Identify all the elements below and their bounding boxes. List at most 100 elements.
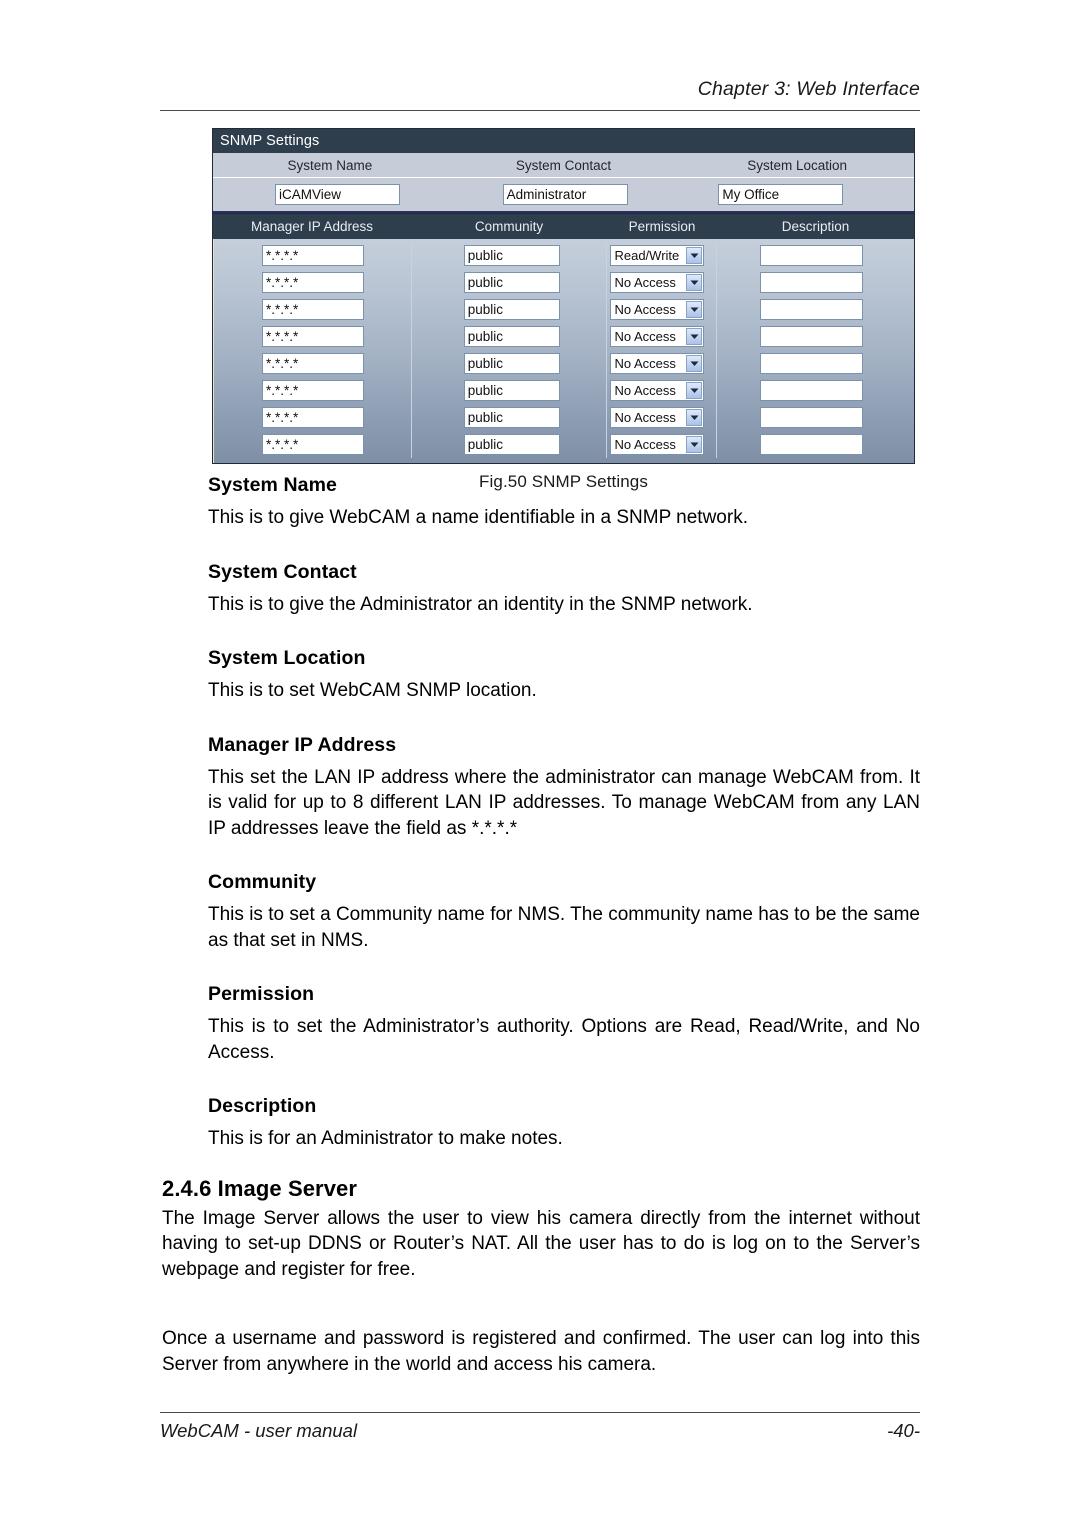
permission-select[interactable]: No Access [610, 353, 705, 374]
cell-community: public [412, 323, 608, 350]
community-input[interactable]: public [463, 380, 560, 401]
manager-table-body: *.*.*.* public Read/Write *.*.*.* public No A… [213, 239, 914, 463]
table-row: *.*.*.* public No Access [214, 269, 914, 296]
section-heading: Description [208, 1095, 317, 1117]
footer-page-number: -40- [887, 1420, 920, 1441]
image-server-body: The Image Server allows the user to view… [162, 1206, 920, 1378]
section-heading-image-server: 2.4.6 Image Server [162, 1175, 358, 1201]
description-input[interactable] [760, 407, 864, 428]
section-heading: System Contact [208, 560, 357, 583]
section-heading: Permission [208, 983, 315, 1005]
chevron-down-icon[interactable] [686, 301, 703, 318]
section-body: This set the LAN IP address where the ad… [208, 766, 920, 839]
community-input[interactable]: public [463, 407, 560, 428]
manager-ip-input[interactable]: *.*.*.* [262, 326, 364, 347]
permission-select[interactable]: No Access [610, 299, 705, 320]
panel-title-label: SNMP Settings [220, 133, 320, 149]
cell-description [717, 323, 914, 350]
label-system-location: System Location [680, 153, 915, 178]
permission-select[interactable]: No Access [610, 434, 705, 455]
table-row: *.*.*.* public Read/Write [214, 242, 914, 269]
cell-manager-ip: *.*.*.* [214, 377, 412, 404]
permission-select[interactable]: No Access [610, 380, 705, 401]
description-input[interactable] [760, 434, 864, 455]
community-input[interactable]: public [463, 326, 560, 347]
cell-manager-ip: *.*.*.* [214, 242, 412, 269]
cell-system-name: iCAMView [213, 182, 447, 205]
cell-manager-ip: *.*.*.* [214, 431, 412, 458]
section-body: This is to set WebCAM SNMP location. [208, 680, 537, 701]
system-info-labels-row: System Name System Contact System Locati… [213, 153, 915, 178]
description-input[interactable] [760, 272, 864, 293]
manager-table-header: Manager IP Address Community Permission … [213, 214, 914, 239]
section-system-contact: System Contact This is to give the Admin… [208, 561, 920, 618]
system-info-inputs-row: iCAMView Administrator My Office [213, 178, 914, 209]
description-input[interactable] [760, 380, 864, 401]
chevron-down-icon[interactable] [686, 247, 703, 264]
system-contact-input[interactable]: Administrator [502, 184, 628, 205]
cell-manager-ip: *.*.*.* [214, 350, 412, 377]
chevron-down-icon[interactable] [686, 328, 703, 345]
description-input[interactable] [760, 245, 864, 266]
section-permission: Permission This is to set the Administra… [208, 983, 920, 1065]
manager-ip-input[interactable]: *.*.*.* [262, 245, 364, 266]
manager-ip-input[interactable]: *.*.*.* [262, 299, 364, 320]
cell-description [717, 431, 914, 458]
section-system-name: System Name This is to give WebCAM a nam… [208, 474, 920, 531]
permission-select[interactable]: No Access [610, 407, 705, 428]
permission-select[interactable]: Read/Write [610, 245, 705, 266]
cell-manager-ip: *.*.*.* [214, 269, 412, 296]
image-server-paragraph-2: Once a username and password is register… [162, 1328, 920, 1375]
footer-manual-title: WebCAM - user manual [160, 1420, 358, 1441]
table-row: *.*.*.* public No Access [214, 404, 914, 431]
section-body: This is to give the Administrator an ide… [208, 593, 753, 615]
section-manager-ip-address: Manager IP Address This set the LAN IP a… [208, 734, 920, 842]
manager-ip-input[interactable]: *.*.*.* [262, 380, 364, 401]
page-footer: WebCAM - user manual -40- [160, 1420, 920, 1442]
permission-select[interactable]: No Access [610, 272, 705, 293]
chevron-down-icon[interactable] [686, 409, 703, 426]
chevron-down-icon[interactable] [686, 382, 703, 399]
manager-ip-input[interactable]: *.*.*.* [262, 407, 364, 428]
description-input[interactable] [760, 353, 864, 374]
figure-snmp-settings: SNMP Settings System Name System Contact… [212, 128, 915, 492]
running-header: Chapter 3: Web Interface [160, 78, 920, 101]
label-system-name: System Name [213, 153, 447, 178]
system-location-input[interactable]: My Office [718, 184, 844, 205]
label-system-contact: System Contact [446, 153, 681, 178]
page-content: System Name This is to give WebCAM a nam… [162, 474, 920, 1377]
community-input[interactable]: public [463, 434, 560, 455]
manager-ip-input[interactable]: *.*.*.* [262, 353, 364, 374]
cell-description [717, 350, 914, 377]
description-input[interactable] [760, 299, 864, 320]
section-heading: System Name [208, 474, 338, 496]
manager-ip-input[interactable]: *.*.*.* [262, 434, 364, 455]
cell-community: public [412, 377, 608, 404]
section-system-location: System Location This is to set WebCAM SN… [208, 647, 920, 704]
community-input[interactable]: public [463, 245, 560, 266]
cell-permission: No Access [607, 377, 718, 404]
manager-ip-input[interactable]: *.*.*.* [262, 272, 364, 293]
permission-selected-value: No Access [614, 329, 676, 344]
community-input[interactable]: public [463, 272, 560, 293]
cell-permission: No Access [607, 296, 718, 323]
cell-community: public [412, 404, 608, 431]
cell-description [717, 377, 914, 404]
table-row: *.*.*.* public No Access [214, 350, 914, 377]
cell-description [717, 296, 914, 323]
section-body: This is for an Administrator to make not… [208, 1128, 563, 1149]
chevron-down-icon[interactable] [686, 274, 703, 291]
description-input[interactable] [760, 326, 864, 347]
community-input[interactable]: public [463, 299, 560, 320]
table-row: *.*.*.* public No Access [214, 377, 914, 404]
community-input[interactable]: public [463, 353, 560, 374]
system-name-input[interactable]: iCAMView [275, 184, 400, 205]
permission-select[interactable]: No Access [610, 326, 705, 347]
chevron-down-icon[interactable] [686, 436, 703, 453]
section-body: This is to give WebCAM a name identifiab… [208, 507, 748, 528]
chevron-down-icon[interactable] [686, 355, 703, 372]
cell-community: public [412, 242, 608, 269]
permission-selected-value: Read/Write [614, 248, 680, 263]
cell-manager-ip: *.*.*.* [214, 404, 412, 431]
permission-selected-value: No Access [614, 383, 676, 398]
